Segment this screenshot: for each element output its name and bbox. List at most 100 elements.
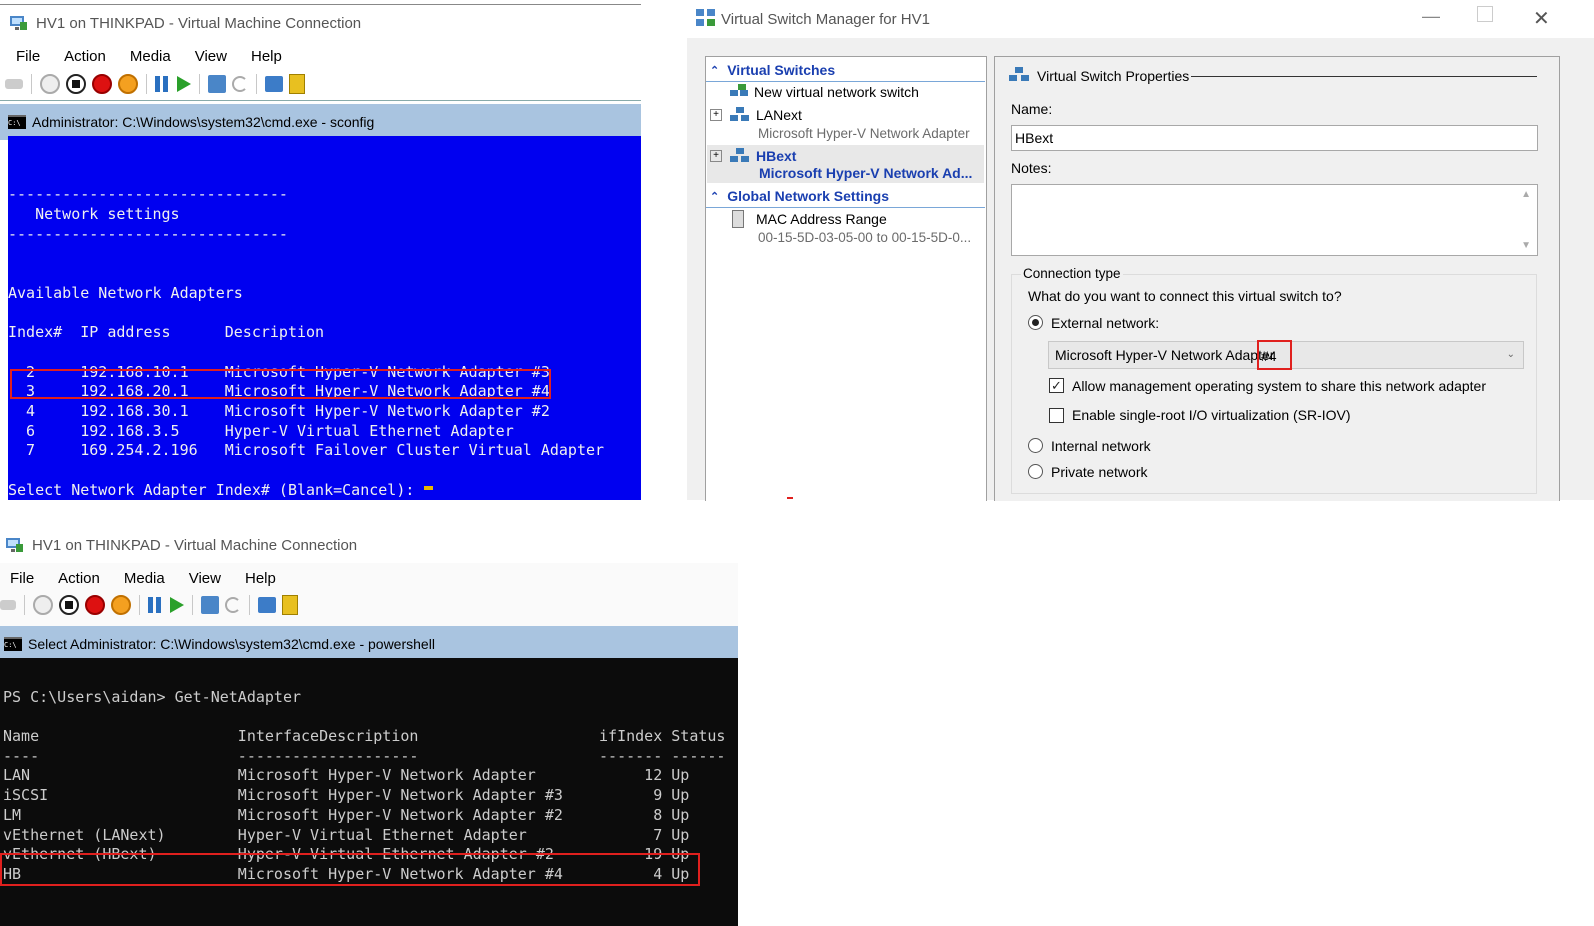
expand-icon[interactable]: + bbox=[710, 150, 722, 162]
expand-icon[interactable]: + bbox=[710, 109, 722, 121]
turn-off-icon[interactable] bbox=[66, 74, 86, 94]
new-switch-icon bbox=[730, 84, 750, 100]
menu-bar: File Action Media View Help bbox=[0, 566, 288, 590]
minimize-button[interactable]: — bbox=[1422, 6, 1440, 27]
tree-mac-range[interactable]: MAC Address Range bbox=[732, 210, 887, 228]
toolbar-separator bbox=[192, 595, 193, 615]
start-icon[interactable] bbox=[40, 74, 60, 94]
cmd-title: Administrator: C:\Windows\system32\cmd.e… bbox=[32, 114, 375, 130]
highlight-adapter-index-3 bbox=[10, 369, 551, 399]
resume-icon[interactable] bbox=[177, 76, 191, 92]
menu-media[interactable]: Media bbox=[112, 570, 177, 587]
menu-view[interactable]: View bbox=[183, 48, 239, 65]
menu-action[interactable]: Action bbox=[52, 48, 118, 65]
console-line: ------------------------------- bbox=[8, 185, 288, 204]
collapse-icon[interactable]: ⌃ bbox=[710, 64, 719, 77]
menu-file[interactable]: File bbox=[0, 570, 46, 587]
toolbar-separator bbox=[146, 74, 147, 94]
notes-textarea[interactable]: ▲ ▼ bbox=[1011, 184, 1538, 256]
tree-switch-lanext[interactable]: + LANext bbox=[710, 107, 802, 123]
section-global-network-settings[interactable]: ⌃ Global Network Settings bbox=[706, 185, 985, 208]
sriov-checkbox[interactable] bbox=[1049, 408, 1064, 423]
console-line: Name InterfaceDescription ifIndex Status bbox=[3, 727, 726, 746]
turn-off-icon[interactable] bbox=[59, 595, 79, 615]
switch-name: HBext bbox=[756, 148, 797, 164]
toolbar-separator bbox=[24, 595, 25, 615]
toolbar-separator bbox=[256, 74, 257, 94]
shutdown-icon[interactable] bbox=[85, 595, 105, 615]
start-icon[interactable] bbox=[33, 595, 53, 615]
cmd-title-bar: C:\ Administrator: C:\Windows\system32\c… bbox=[0, 104, 641, 140]
chevron-down-icon[interactable]: ⌄ bbox=[1507, 342, 1515, 368]
window-title-bar: HV1 on THINKPAD - Virtual Machine Connec… bbox=[0, 525, 738, 565]
cmd-icon: C:\ bbox=[4, 637, 22, 651]
enhanced-session-icon[interactable] bbox=[265, 76, 283, 92]
checkpoint-icon[interactable] bbox=[208, 75, 226, 93]
save-icon[interactable] bbox=[111, 595, 131, 615]
collapse-icon[interactable]: ⌃ bbox=[710, 190, 719, 203]
highlight-hb-adapter bbox=[0, 853, 700, 886]
menu-action[interactable]: Action bbox=[46, 570, 112, 587]
scroll-down-icon[interactable]: ▼ bbox=[1521, 240, 1531, 251]
toolbar bbox=[0, 595, 298, 615]
revert-icon[interactable] bbox=[232, 76, 248, 92]
resume-icon[interactable] bbox=[170, 597, 184, 613]
console-line: Available Network Adapters bbox=[8, 283, 243, 302]
enhanced-session-icon[interactable] bbox=[258, 597, 276, 613]
maximize-button[interactable] bbox=[1477, 6, 1493, 22]
scroll-up-icon[interactable]: ▲ bbox=[1521, 189, 1531, 200]
adapter-select-value: Microsoft Hyper-V Network Adapter bbox=[1055, 347, 1275, 363]
switch-properties-panel: Virtual Switch Properties Name: HBext No… bbox=[994, 56, 1560, 501]
console-line: LAN Microsoft Hyper-V Network Adapter 12… bbox=[3, 766, 690, 785]
toolbar-separator bbox=[139, 595, 140, 615]
sriov-label: Enable single-root I/O virtualization (S… bbox=[1072, 407, 1351, 423]
save-icon[interactable] bbox=[118, 74, 138, 94]
tree-new-switch[interactable]: New virtual network switch bbox=[730, 84, 919, 100]
private-network-label: Private network bbox=[1051, 464, 1148, 480]
menu-view[interactable]: View bbox=[177, 570, 233, 587]
menu-help[interactable]: Help bbox=[239, 48, 294, 65]
share-icon[interactable] bbox=[282, 595, 298, 615]
ctrl-alt-del-icon[interactable] bbox=[0, 600, 16, 610]
ctrl-alt-del-icon[interactable] bbox=[5, 79, 23, 89]
allow-management-checkbox[interactable]: ✓ bbox=[1049, 378, 1064, 393]
private-network-radio[interactable] bbox=[1028, 464, 1043, 479]
switch-icon bbox=[730, 107, 750, 123]
red-mark bbox=[787, 497, 793, 499]
vm-connection-icon bbox=[8, 14, 28, 32]
new-switch-label: New virtual network switch bbox=[754, 84, 919, 100]
menu-bar: File Action Media View Help bbox=[4, 44, 294, 68]
menu-file[interactable]: File bbox=[4, 48, 52, 65]
name-input[interactable]: HBext bbox=[1011, 125, 1538, 151]
pause-icon[interactable] bbox=[148, 597, 164, 613]
section-virtual-switches[interactable]: ⌃ Virtual Switches bbox=[706, 59, 985, 82]
revert-icon[interactable] bbox=[225, 597, 241, 613]
close-button[interactable]: ✕ bbox=[1533, 6, 1550, 31]
menu-media[interactable]: Media bbox=[118, 48, 183, 65]
section-label: Virtual Switches bbox=[727, 62, 836, 78]
toolbar-separator bbox=[199, 74, 200, 94]
internal-network-radio[interactable] bbox=[1028, 438, 1043, 453]
share-icon[interactable] bbox=[289, 74, 305, 94]
mac-value: 00-15-5D-03-05-00 to 00-15-5D-0... bbox=[758, 230, 972, 245]
pause-icon[interactable] bbox=[155, 76, 171, 92]
shutdown-icon[interactable] bbox=[92, 74, 112, 94]
tree-switch-hbext[interactable]: + HBext bbox=[710, 148, 796, 164]
highlight-adapter-4 bbox=[1257, 340, 1292, 370]
switch-adapter: Microsoft Hyper-V Network Ad... bbox=[759, 165, 973, 181]
checkpoint-icon[interactable] bbox=[201, 596, 219, 614]
console-line: vEthernet (LANext) Hyper-V Virtual Ether… bbox=[3, 825, 690, 844]
menu-help[interactable]: Help bbox=[233, 570, 288, 587]
cmd-title: Select Administrator: C:\Windows\system3… bbox=[28, 636, 435, 652]
notes-label: Notes: bbox=[1011, 160, 1052, 176]
external-network-radio[interactable] bbox=[1028, 315, 1043, 330]
window-title: HV1 on THINKPAD - Virtual Machine Connec… bbox=[32, 536, 358, 554]
name-label: Name: bbox=[1011, 101, 1053, 117]
mac-icon bbox=[732, 210, 744, 228]
